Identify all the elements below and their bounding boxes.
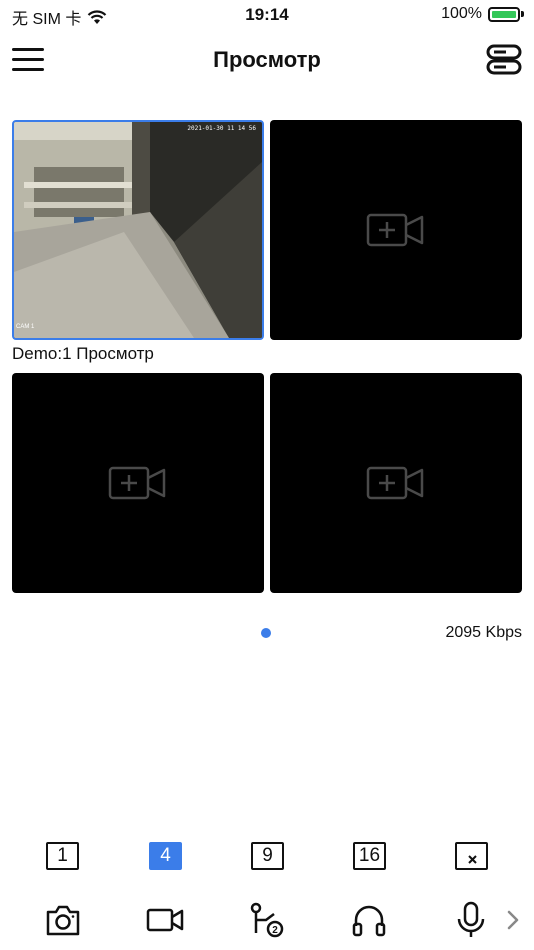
add-camera-icon: [108, 466, 166, 500]
microphone-icon: [457, 901, 485, 937]
status-bar: 无 SIM 卡 19:14 100%: [0, 0, 534, 30]
device-list-button[interactable]: [486, 44, 522, 76]
video-cell-4[interactable]: [270, 373, 522, 593]
battery-icon: [488, 6, 520, 22]
audio-icon: [352, 905, 386, 937]
layout-1-button[interactable]: 1: [46, 842, 79, 870]
layout-16-button[interactable]: 16: [353, 842, 386, 870]
microphone-button[interactable]: [451, 900, 491, 940]
layout-9-button[interactable]: 9: [251, 842, 284, 870]
snapshot-icon: [46, 905, 80, 936]
more-tools-button[interactable]: [500, 900, 526, 940]
page-indicator: [261, 628, 271, 638]
camera-timestamp: 2021-01-30 11 14 56: [187, 125, 256, 132]
svg-text:2: 2: [272, 925, 278, 936]
record-button[interactable]: [145, 900, 185, 940]
close-all-button[interactable]: [455, 842, 488, 870]
video-cell-2[interactable]: [270, 120, 522, 340]
page-title: Просмотр: [213, 47, 321, 72]
add-camera-icon: [366, 213, 424, 247]
tool-bar: 2: [0, 896, 534, 942]
ptz-button[interactable]: 2: [247, 900, 287, 940]
add-camera-icon: [366, 466, 424, 500]
record-icon: [146, 908, 184, 932]
status-right: 100%: [441, 5, 524, 23]
battery-percent: 100%: [441, 5, 482, 22]
navigation-bar: Просмотр: [0, 38, 534, 84]
camera-feed: [14, 122, 262, 338]
layout-4-button[interactable]: 4: [149, 842, 182, 870]
cell-label: Demo:1 Просмотр: [12, 344, 154, 363]
device-list-icon: [486, 44, 522, 75]
chevron-right-icon: [507, 910, 519, 930]
ptz-icon: 2: [250, 902, 284, 938]
layout-bar: 1 4 9 16: [0, 838, 534, 874]
video-cell-3[interactable]: [12, 373, 264, 593]
close-all-icon: [467, 855, 477, 864]
bitrate-label: 2095 Kbps: [445, 624, 522, 641]
audio-button[interactable]: [349, 900, 389, 940]
video-cell-1[interactable]: 2021-01-30 11 14 56 CAM 1: [12, 120, 264, 340]
camera-name: CAM 1: [16, 324, 35, 330]
snapshot-button[interactable]: [43, 900, 83, 940]
